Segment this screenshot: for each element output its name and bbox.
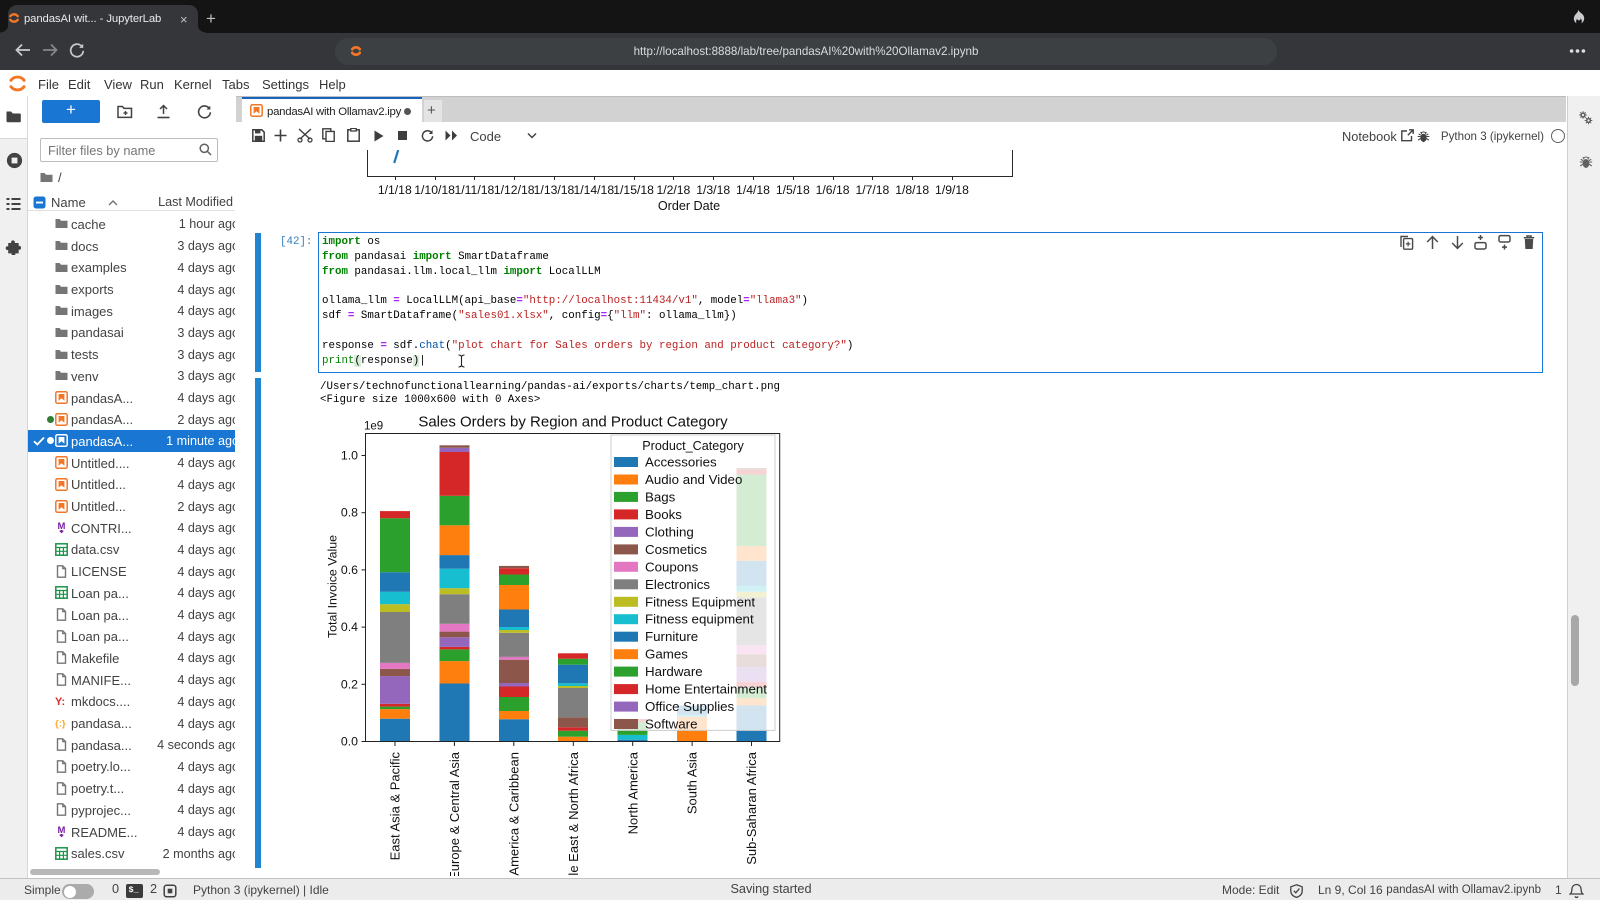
svg-text:1e9: 1e9 [364, 421, 383, 433]
svg-text:Sales Orders by Region and Pro: Sales Orders by Region and Product Categ… [418, 414, 728, 431]
svg-text:0.6: 0.6 [341, 563, 358, 577]
svg-text:East Asia & Pacific: East Asia & Pacific [388, 752, 403, 861]
svg-text:Hardware: Hardware [645, 664, 703, 679]
svg-text:Product_Category: Product_Category [642, 439, 744, 453]
svg-text:Fitness equipment: Fitness equipment [645, 612, 754, 627]
svg-text:0.8: 0.8 [341, 506, 358, 520]
svg-text:Y:: Y: [55, 696, 65, 708]
svg-text:South Asia: South Asia [685, 751, 700, 814]
svg-text:le East & North Africa: le East & North Africa [566, 751, 581, 875]
svg-text:Electronics: Electronics [645, 577, 710, 592]
svg-text:{:}: {:} [55, 718, 66, 729]
svg-text:North America: North America [625, 751, 640, 834]
svg-text:Bags: Bags [645, 489, 676, 504]
svg-text:0.0: 0.0 [341, 735, 358, 749]
svg-text:Games: Games [645, 647, 688, 662]
svg-text:America & Caribbean: America & Caribbean [506, 752, 521, 876]
svg-text:Coupons: Coupons [645, 559, 699, 574]
svg-text:1.0: 1.0 [341, 449, 358, 463]
svg-text:Accessories: Accessories [645, 455, 717, 470]
svg-text:Fitness Equipment: Fitness Equipment [645, 594, 755, 609]
svg-text:Furniture: Furniture [645, 629, 698, 644]
svg-text:Cosmetics: Cosmetics [645, 542, 707, 557]
svg-text:Sub-Saharan Africa: Sub-Saharan Africa [744, 751, 759, 865]
svg-text:Clothing: Clothing [645, 524, 694, 539]
svg-text:Europe & Central Asia: Europe & Central Asia [447, 751, 462, 876]
svg-text:Books: Books [645, 507, 682, 522]
svg-text:0.2: 0.2 [341, 677, 358, 691]
svg-text:Software: Software [645, 717, 697, 732]
svg-text:0.4: 0.4 [341, 620, 358, 634]
svg-text:Office Supplies: Office Supplies [645, 699, 735, 714]
svg-text:Audio and Video: Audio and Video [645, 472, 742, 487]
svg-text:Home Entertainment: Home Entertainment [645, 682, 767, 697]
svg-text:Total Invoice Value: Total Invoice Value [325, 535, 339, 638]
